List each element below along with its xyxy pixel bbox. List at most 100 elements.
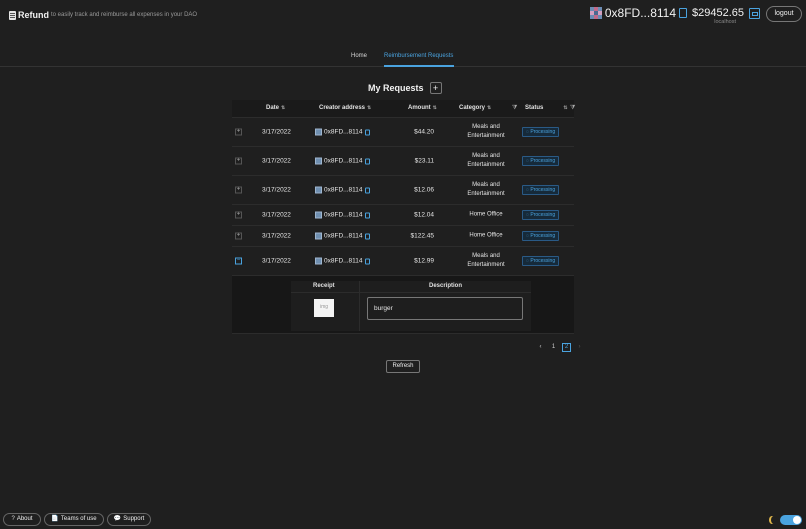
next-page-button[interactable]: › bbox=[575, 343, 584, 352]
table-header: Date ⇅ Creator address ⇅ Amount ⇅ Category ⇅… bbox=[232, 100, 575, 118]
brand-name: Refund bbox=[18, 10, 49, 20]
cell-date: 3/17/2022 bbox=[262, 157, 291, 165]
status-badge: ◌ Processing bbox=[522, 256, 560, 266]
receipt-thumbnail[interactable]: img bbox=[314, 299, 334, 317]
prev-page-button[interactable]: ‹ bbox=[536, 343, 545, 352]
detail-header: Receipt Description bbox=[291, 281, 531, 293]
cell-creator: 0x8FD...8114 bbox=[315, 157, 370, 165]
column-date[interactable]: Date ⇅ bbox=[266, 105, 285, 111]
expand-row-icon[interactable]: + bbox=[235, 211, 242, 219]
copy-icon[interactable] bbox=[364, 258, 370, 264]
cell-amount: $23.11 bbox=[414, 157, 434, 165]
status-badge: ◌ Processing bbox=[522, 185, 560, 195]
tab-reimbursement-requests[interactable]: Reimbursement Requests bbox=[384, 53, 453, 59]
table-row: + 3/17/2022 0x8FD...8114 $23.11 Meals an… bbox=[232, 147, 574, 176]
copy-icon[interactable] bbox=[364, 233, 370, 239]
cell-amount: $122.45 bbox=[410, 232, 435, 240]
cell-date: 3/17/2022 bbox=[262, 128, 291, 136]
wallet-icon[interactable] bbox=[749, 8, 760, 19]
title-row: My Requests + bbox=[368, 82, 442, 94]
identicon-icon bbox=[315, 186, 322, 194]
logout-button[interactable]: logout bbox=[766, 6, 802, 22]
about-button[interactable]: ? About bbox=[3, 513, 41, 526]
status-badge: ◌ Processing bbox=[522, 231, 560, 241]
column-creator[interactable]: Creator address ⇅ bbox=[319, 105, 371, 111]
tab-home[interactable]: Home bbox=[351, 53, 367, 59]
cell-category: Home Office bbox=[469, 232, 503, 239]
column-category[interactable]: Category ⇅ bbox=[459, 105, 491, 111]
question-icon: ? bbox=[11, 516, 15, 522]
add-request-button[interactable]: + bbox=[429, 82, 442, 94]
cell-creator: 0x8FD...8114 bbox=[315, 232, 370, 240]
moon-icon bbox=[771, 516, 777, 524]
app-header: Refund to easily track and reimburse all… bbox=[0, 0, 806, 34]
support-button[interactable]: 💬 Support bbox=[107, 513, 151, 526]
detail-table: Receipt Description img burger bbox=[291, 281, 531, 331]
nav-tabs: Home Reimbursement Requests bbox=[0, 51, 806, 67]
copy-icon[interactable] bbox=[364, 158, 370, 164]
identicon-icon bbox=[315, 128, 322, 136]
column-amount[interactable]: Amount ⇅ bbox=[408, 105, 437, 111]
column-status[interactable]: Status ⇅ bbox=[525, 105, 568, 111]
filter-icon[interactable]: ⧩ bbox=[512, 105, 517, 112]
copy-address-icon[interactable] bbox=[679, 8, 687, 18]
copy-icon[interactable] bbox=[364, 187, 370, 193]
wallet-info: 0x8FD...8114 $29452.65 bbox=[589, 6, 744, 20]
cell-category: Meals and Entertainment bbox=[467, 124, 505, 139]
cell-date: 3/17/2022 bbox=[262, 211, 291, 219]
sort-icon[interactable]: ⇅ bbox=[487, 105, 491, 111]
cell-date: 3/17/2022 bbox=[262, 232, 291, 240]
cell-amount: $44.20 bbox=[414, 128, 434, 136]
sort-icon[interactable]: ⇅ bbox=[367, 105, 371, 111]
collapse-row-icon[interactable]: − bbox=[235, 257, 242, 265]
cell-creator: 0x8FD...8114 bbox=[315, 186, 370, 194]
copy-icon[interactable] bbox=[364, 212, 370, 218]
sort-icon[interactable]: ⇅ bbox=[563, 105, 567, 111]
filter-icon[interactable]: ⧩ bbox=[570, 105, 575, 112]
account-address: 0x8FD...8114 bbox=[604, 6, 676, 20]
identicon-icon bbox=[315, 157, 322, 165]
cell-category: Meals and Entertainment bbox=[467, 182, 505, 197]
cell-category: Meals and Entertainment bbox=[467, 253, 505, 268]
expanded-row-detail: Receipt Description img burger bbox=[232, 276, 574, 334]
expand-row-icon[interactable]: + bbox=[235, 232, 242, 240]
page-2-button[interactable]: 2 bbox=[562, 343, 571, 352]
brand[interactable]: Refund bbox=[9, 10, 49, 20]
receipt-logo-icon bbox=[9, 10, 16, 20]
cell-creator: 0x8FD...8114 bbox=[315, 128, 370, 136]
table-row: − 3/17/2022 0x8FD...8114 $12.99 Meals an… bbox=[232, 247, 574, 276]
requests-table: Date ⇅ Creator address ⇅ Amount ⇅ Category ⇅… bbox=[232, 100, 575, 334]
page-1-button[interactable]: 1 bbox=[549, 343, 558, 352]
pagination: ‹ 1 2 › bbox=[536, 343, 584, 352]
chat-icon: 💬 bbox=[113, 516, 122, 522]
cell-category: Home Office bbox=[469, 211, 503, 218]
cell-creator: 0x8FD...8114 bbox=[315, 257, 370, 265]
cell-category: Meals and Entertainment bbox=[467, 153, 505, 168]
identicon-icon bbox=[315, 232, 322, 240]
document-icon: 📄 bbox=[51, 516, 59, 522]
cell-date: 3/17/2022 bbox=[262, 257, 291, 265]
cell-amount: $12.06 bbox=[414, 186, 434, 194]
refresh-button[interactable]: Refresh bbox=[386, 360, 420, 373]
detail-divider bbox=[359, 281, 360, 331]
account-balance: $29452.65 bbox=[692, 7, 744, 19]
identicon-icon bbox=[315, 257, 322, 265]
table-row: + 3/17/2022 0x8FD...8114 $12.06 Meals an… bbox=[232, 176, 574, 205]
status-badge: ◌ Processing bbox=[522, 127, 560, 137]
expand-row-icon[interactable]: + bbox=[235, 128, 242, 136]
terms-button[interactable]: 📄 Teams of use bbox=[44, 513, 104, 526]
active-tab-indicator bbox=[384, 65, 454, 67]
page-title: My Requests bbox=[368, 83, 424, 93]
cell-amount: $12.99 bbox=[414, 257, 434, 265]
table-row: + 3/17/2022 0x8FD...8114 $44.20 Meals an… bbox=[232, 118, 574, 147]
sort-icon[interactable]: ⇅ bbox=[281, 105, 285, 111]
cell-amount: $12.04 bbox=[414, 211, 434, 219]
cell-creator: 0x8FD...8114 bbox=[315, 211, 370, 219]
tagline: to easily track and reimburse all expens… bbox=[51, 12, 198, 18]
theme-toggle[interactable] bbox=[780, 515, 802, 525]
copy-icon[interactable] bbox=[364, 129, 370, 135]
expand-row-icon[interactable]: + bbox=[235, 157, 242, 165]
receipt-header: Receipt bbox=[313, 283, 335, 289]
expand-row-icon[interactable]: + bbox=[235, 186, 242, 194]
sort-icon[interactable]: ⇅ bbox=[433, 105, 437, 111]
